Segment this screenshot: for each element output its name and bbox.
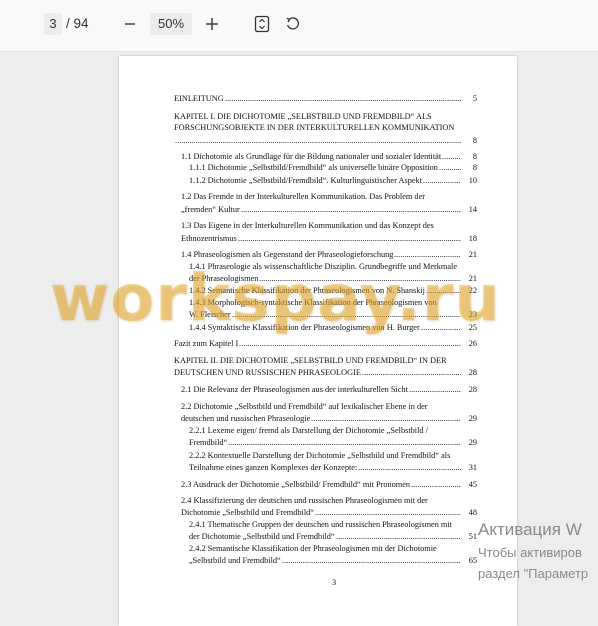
toc-entry-page[interactable]: 45 <box>463 480 477 490</box>
toc-entry-text: der Dichotomie „Selbstbild und Fremdbild… <box>189 532 335 541</box>
toc-entry-page[interactable]: 26 <box>463 339 477 349</box>
toc-entry-text: 1.4.3 Morphologisch-syntaktische Klassif… <box>189 298 437 307</box>
toc-entry-text: der Phraseologismen <box>189 274 259 283</box>
toc-entry-page[interactable]: 8 <box>463 163 477 173</box>
toc-entry-page[interactable]: 14 <box>463 205 477 215</box>
toc-entry-text: Fazit zum Kapitel I <box>174 339 239 348</box>
toc-entry-page[interactable]: 18 <box>463 234 477 244</box>
rotate-icon <box>286 17 299 30</box>
toc-leader-dots: ........................................… <box>225 94 461 103</box>
toc-entry-text: „Selbstbild und Fremdbild“ <box>189 556 281 565</box>
toc-entry-page[interactable]: 31 <box>463 463 477 473</box>
toc-leader-dots: ........................................… <box>232 310 461 319</box>
activation-line-1: Чтобы активиров <box>478 545 582 560</box>
toc-entry-text: 2.2.1 Lexeme eigen/ fremd als Darstellun… <box>189 426 428 435</box>
page-footer-number: 3 <box>332 578 337 587</box>
toc-leader-dots: ........................................… <box>239 339 461 348</box>
toc-entry-text: 1.2 Das Fremde in der Interkulturellen K… <box>181 192 426 201</box>
toc-entry-text: 2.2 Dichotomie „Selbstbild und Fremdbild… <box>181 402 428 411</box>
toc-entry-page[interactable]: 65 <box>463 556 477 566</box>
zoom-out-icon <box>125 23 135 25</box>
fit-page-icon <box>254 15 270 33</box>
zoom-level[interactable]: 50% <box>150 13 192 35</box>
toc-leader-dots: ........................................… <box>282 556 461 565</box>
activation-line-2: раздел "Параметр <box>478 566 589 581</box>
toc-leader-dots: ........................................… <box>442 152 461 161</box>
pdf-toolbar: 3 / 94 50% <box>0 0 598 52</box>
toc-entry-text: 2.3 Ausdruck der Dichotomie „Selbstbild/… <box>181 480 411 489</box>
toc-entry-text: FORSCHUNGSOBJEKTE IN DER INTERKULTURELLE… <box>174 123 455 132</box>
toc-entry-text: 2.4 Klassifizierung der deutschen und ru… <box>181 496 428 505</box>
toc-entry-text: „fremden“ Kultur <box>181 205 240 214</box>
toc-entry-text: 1.4 Phraseologismen als Gegenstand der P… <box>181 250 394 259</box>
toc-leader-dots: ........................................… <box>411 480 461 489</box>
zoom-in-button[interactable] <box>200 12 224 36</box>
toc-entry-page[interactable]: 23 <box>463 310 477 320</box>
toc-entry-text: 1.1.2 Dichotomie „Selbstbild/Fremdbild“.… <box>189 176 422 185</box>
toc-entry-text: 2.2.2 Kontextuelle Darstellung der Dicho… <box>189 451 451 460</box>
toc-entry-text: 1.1 Dichotomie als Grundlage für die Bil… <box>181 152 442 161</box>
toc-entry-text: W. Fleischer <box>189 310 231 319</box>
toc-entry-text: deutschen und russischen Phraseologie <box>181 414 311 423</box>
toc-leader-dots: ........................................… <box>439 163 461 172</box>
toc-leader-dots: ........................................… <box>394 250 461 259</box>
toc-entry-page[interactable]: 8 <box>463 136 477 146</box>
toc-entry-text: Dichotomie „Selbstbild und Fremdbild“ <box>181 508 314 517</box>
total-pages: / 94 <box>66 16 89 31</box>
toc-leader-dots: ........................................… <box>241 205 461 214</box>
toc-entry-page[interactable]: 8 <box>463 152 477 162</box>
toc-entry-page[interactable]: 5 <box>463 94 477 104</box>
toc-entry-page[interactable]: 48 <box>463 508 477 518</box>
toc-leader-dots: ........................................… <box>358 463 461 472</box>
toc-entry-page[interactable]: 21 <box>463 250 477 260</box>
toc-entry-text: EINLEITUNG <box>174 94 224 103</box>
toc-entry-text: KAPITEL II. DIE DICHOTOMIE „SELBSTBILD U… <box>174 356 447 365</box>
toc-entry-page[interactable]: 21 <box>463 274 477 284</box>
toc-entry-page[interactable]: 10 <box>463 176 477 186</box>
toc-entry-text: 1.4.4 Syntaktische Klassifikation der Ph… <box>189 323 420 332</box>
toc-entry-text: 2.1 Die Relevanz der Phraseologismen aus… <box>181 385 408 394</box>
toc-leader-dots: ........................................… <box>315 508 461 517</box>
toc-entry-text: DEUTSCHEN UND RUSSISCHEN PHRASEOLOGIE <box>174 368 361 377</box>
toc-entry-text: 1.3 Das Eigene in der Interkulturellen K… <box>181 221 434 230</box>
toc-leader-dots: ........................................… <box>228 438 461 447</box>
page-number-input[interactable]: 3 <box>44 13 62 35</box>
toc-entry-text: 1.4.2 Semantische Klassifikation der Phr… <box>189 286 425 295</box>
fit-page-button[interactable] <box>250 12 274 36</box>
toc-entry-text: 1.4.1 Phraseologie als wissenschaftliche… <box>189 262 458 271</box>
toc-leader-dots: ........................................… <box>421 323 461 332</box>
toc-leader-dots: ........................................… <box>238 234 461 243</box>
toc-entry-text: Fremdbild“ <box>189 438 228 447</box>
toc-entry-page[interactable]: 22 <box>463 286 477 296</box>
toc-leader-dots: ........................................… <box>336 532 461 541</box>
activation-title: Активация W <box>478 520 582 539</box>
toc-leader-dots: ........................................… <box>426 286 461 295</box>
toc-leader-dots: ........................................… <box>175 136 461 145</box>
toc-entry-page[interactable]: 28 <box>463 368 477 378</box>
toc-leader-dots: ........................................… <box>409 385 461 394</box>
toc-leader-dots: ........................................… <box>362 368 461 377</box>
rotate-button[interactable] <box>281 12 305 36</box>
toc-entry-text: Ethnozentrismus <box>181 234 237 243</box>
toc-leader-dots: ........................................… <box>259 274 461 283</box>
toc-entry-text: KAPITEL I. DIE DICHOTOMIE „SELBSTBILD UN… <box>174 112 432 121</box>
toc-leader-dots: ........................................… <box>423 176 461 185</box>
toc-entry-text: 1.1.1 Dichotomie „Selbstbild/Fremdbild“ … <box>189 163 438 172</box>
zoom-out-button[interactable] <box>118 12 142 36</box>
toc-entry-text: Teilnahme eines ganzen Komplexes der Kon… <box>189 463 358 472</box>
toc-entry-page[interactable]: 25 <box>463 323 477 333</box>
zoom-in-icon <box>206 18 218 30</box>
toc-leader-dots: ........................................… <box>311 414 461 423</box>
document-page: EINLEITUNG..............................… <box>119 56 517 626</box>
toc-entry-page[interactable]: 29 <box>463 438 477 448</box>
toc-entry-page[interactable]: 29 <box>463 414 477 424</box>
toc-entry-page[interactable]: 28 <box>463 385 477 395</box>
toc-entry-text: 2.4.1 Thematische Gruppen der deutschen … <box>189 520 452 529</box>
toc-entry-page[interactable]: 51 <box>463 532 477 542</box>
toc-entry-text: 2.4.2 Semantische Klassifikation der Phr… <box>189 544 437 553</box>
